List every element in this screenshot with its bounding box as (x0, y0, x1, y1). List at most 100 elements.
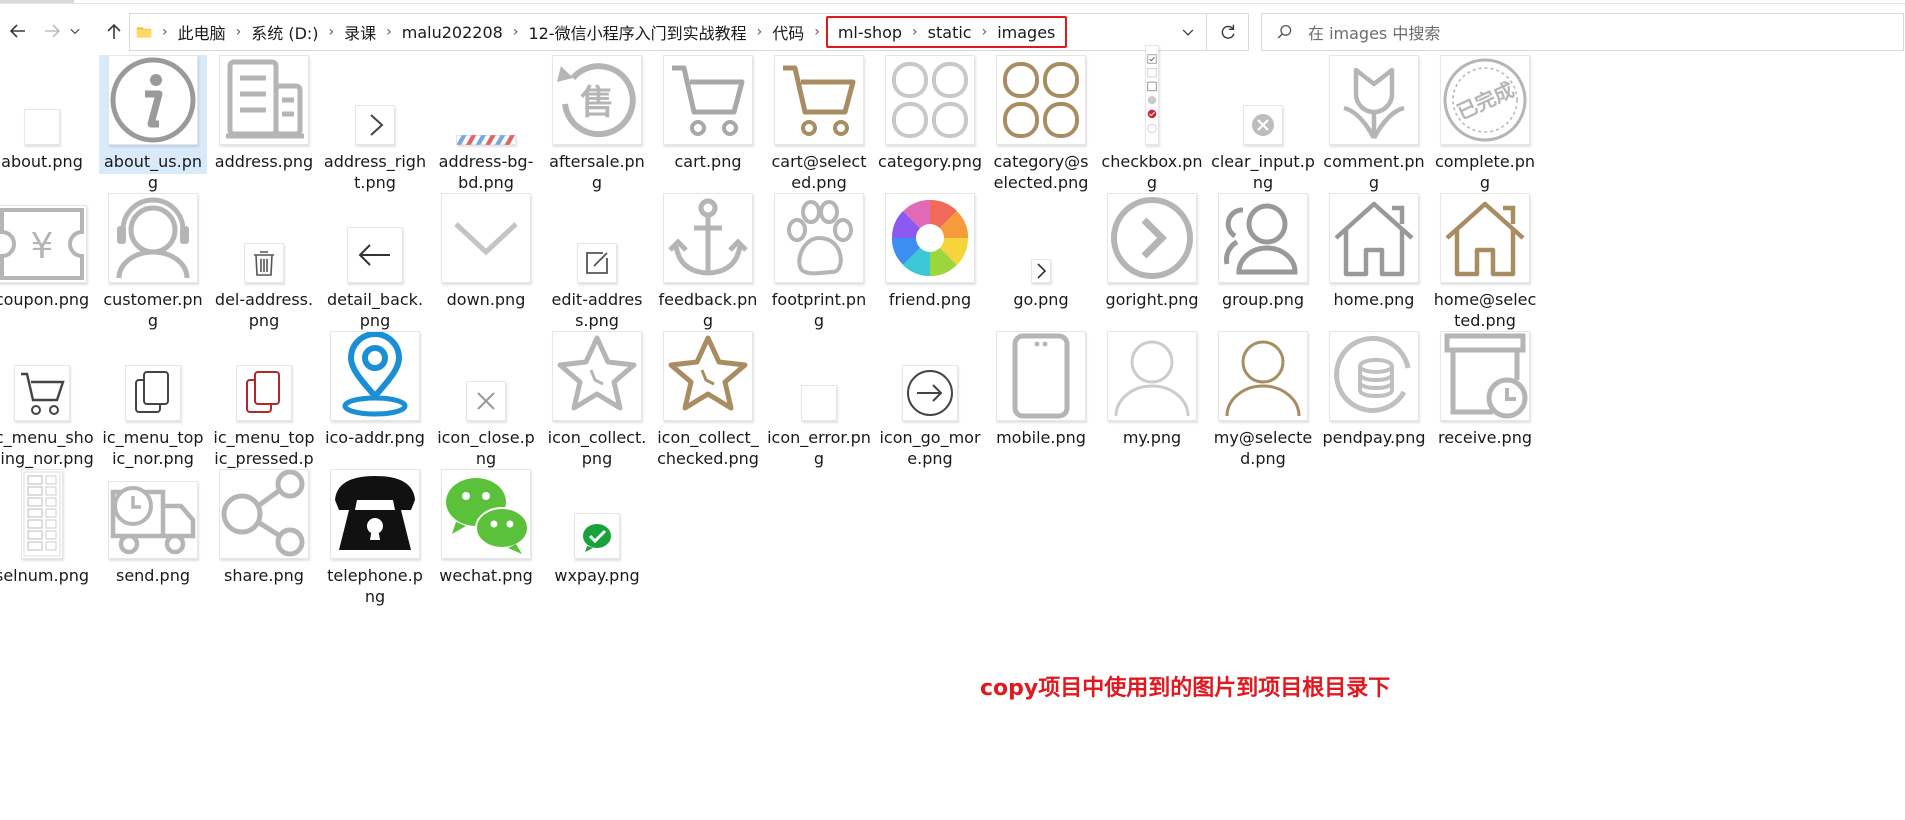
file-item[interactable]: clear_input.png (1209, 55, 1317, 193)
file-name: wechat.png (439, 566, 533, 585)
headset-person-icon (108, 193, 198, 283)
file-item[interactable]: 已完成 complete.png (1431, 55, 1539, 193)
address-history-dropdown[interactable] (1170, 14, 1206, 50)
file-item[interactable]: telephone.png (321, 469, 429, 607)
file-item[interactable]: group.png (1209, 193, 1317, 310)
file-item[interactable]: ic_menu_topic_pressed.png (210, 331, 318, 490)
chevron-down-icon (441, 193, 531, 283)
file-item[interactable]: detail_back.png (321, 193, 429, 331)
file-name: group.png (1221, 290, 1304, 309)
stack-dark-icon (125, 365, 181, 421)
file-name: icon_go_more.png (879, 428, 981, 468)
file-thumbnail (432, 55, 540, 153)
file-item[interactable]: friend.png (876, 193, 984, 310)
file-thumbnail (1209, 55, 1317, 153)
person-gray-icon (1107, 331, 1197, 421)
file-item[interactable]: receive.png (1431, 331, 1539, 448)
search-box[interactable]: 在 images 中搜索 (1261, 13, 1904, 51)
file-item[interactable]: pendpay.png (1320, 331, 1428, 448)
file-item[interactable]: checkbox.png (1098, 45, 1206, 193)
file-item[interactable]: goright.png (1098, 193, 1206, 310)
breadcrumb-images[interactable]: images (991, 23, 1061, 42)
chevron-right-icon[interactable]: › (753, 24, 767, 40)
chevron-right-icon[interactable]: › (325, 24, 339, 40)
file-item[interactable]: 售 aftersale.png (543, 55, 651, 193)
file-item[interactable]: icon_close.png (432, 331, 540, 469)
file-item[interactable]: my@selected.png (1209, 331, 1317, 469)
address-bar[interactable]: › 此电脑 › 系统 (D:) › 录课 › malu202208 › 12-微… (129, 13, 1207, 51)
file-item[interactable]: comment.png (1320, 55, 1428, 193)
file-item[interactable]: del-address.png (210, 193, 318, 331)
breadcrumb-this-pc[interactable]: 此电脑 (172, 20, 232, 44)
file-item[interactable]: customer.png (99, 193, 207, 331)
file-name: selnum.png (0, 566, 90, 585)
person-gold-icon (1218, 331, 1308, 421)
chevron-right-icon[interactable]: › (232, 24, 246, 40)
chevron-right-icon[interactable]: › (509, 24, 523, 40)
file-item[interactable]: icon_collect_checked.png (654, 331, 762, 469)
file-item[interactable]: address_right.png (321, 55, 429, 193)
file-item[interactable]: address.png (210, 55, 318, 172)
recent-locations-button[interactable] (66, 10, 84, 52)
file-item[interactable]: home@selected.png (1431, 193, 1539, 331)
chevron-right-icon[interactable]: › (908, 24, 922, 40)
file-item[interactable]: cart@selected.png (765, 55, 873, 193)
chevron-right-icon[interactable]: › (158, 24, 172, 40)
file-thumbnail (99, 331, 207, 429)
file-item[interactable]: icon_collect.png (543, 331, 651, 469)
file-item[interactable]: feedback.png (654, 193, 762, 331)
up-button[interactable] (102, 10, 126, 52)
file-item[interactable]: wxpay.png (543, 469, 651, 586)
file-name: del-address.png (214, 290, 314, 330)
file-thumbnail (765, 193, 873, 291)
breadcrumb-folder[interactable]: 代码 (766, 20, 810, 44)
file-thumbnail (765, 55, 873, 153)
file-item[interactable]: about_us.png (99, 55, 207, 192)
breadcrumb-folder[interactable]: 录课 (338, 20, 382, 44)
arrow-right-circle-icon (902, 365, 958, 421)
chevron-right-icon[interactable]: › (810, 24, 824, 40)
back-button[interactable] (6, 10, 30, 52)
file-item[interactable]: down.png (432, 193, 540, 310)
file-item[interactable]: footprint.png (765, 193, 873, 331)
breadcrumb-folder[interactable]: 12-微信小程序入门到实战教程 (522, 20, 752, 44)
chevron-down-icon (70, 28, 80, 35)
file-item[interactable]: cart.png (654, 55, 762, 172)
forward-button[interactable] (40, 10, 64, 52)
chevron-right-icon[interactable]: › (382, 24, 396, 40)
breadcrumb-drive[interactable]: 系统 (D:) (245, 20, 324, 44)
file-item[interactable]: selnum.png (0, 469, 96, 586)
breadcrumb-ml-shop[interactable]: ml-shop (832, 23, 908, 42)
file-thumbnail (210, 55, 318, 153)
file-item[interactable]: home.png (1320, 193, 1428, 310)
file-item[interactable]: icon_error.png (765, 331, 873, 469)
file-item[interactable]: about.png (0, 55, 96, 172)
file-item[interactable]: edit-address.png (543, 193, 651, 331)
file-item[interactable]: category@selected.png (987, 55, 1095, 193)
wechat-logo-icon (441, 469, 531, 559)
chevron-right-icon[interactable]: › (978, 24, 992, 40)
arrow-left-icon (347, 227, 403, 283)
file-item[interactable]: icon_go_more.png (876, 331, 984, 469)
breadcrumb-folder[interactable]: malu202208 (396, 23, 509, 42)
file-item[interactable]: go.png (987, 193, 1095, 310)
file-item[interactable]: address-bg-bd.png (432, 55, 540, 193)
file-item[interactable]: mobile.png (987, 331, 1095, 448)
file-thumbnail (210, 193, 318, 291)
file-item[interactable]: ¥ coupon.png (0, 193, 96, 310)
file-name: footprint.png (771, 290, 867, 330)
file-item[interactable]: category.png (876, 55, 984, 172)
file-item[interactable]: ic_menu_shoping_nor.png (0, 331, 96, 469)
file-item[interactable]: share.png (210, 469, 318, 586)
file-name: ico-addr.png (325, 428, 425, 447)
file-item[interactable]: send.png (99, 469, 207, 586)
file-thumbnail (432, 469, 540, 567)
file-thumbnail (543, 193, 651, 291)
file-item[interactable]: my.png (1098, 331, 1206, 448)
file-name: icon_close.png (437, 428, 535, 468)
file-item[interactable]: wechat.png (432, 469, 540, 586)
refresh-button[interactable] (1207, 13, 1249, 51)
file-item[interactable]: ico-addr.png (321, 331, 429, 448)
breadcrumb-static[interactable]: static (922, 23, 978, 42)
file-item[interactable]: ic_menu_topic_nor.png (99, 331, 207, 469)
